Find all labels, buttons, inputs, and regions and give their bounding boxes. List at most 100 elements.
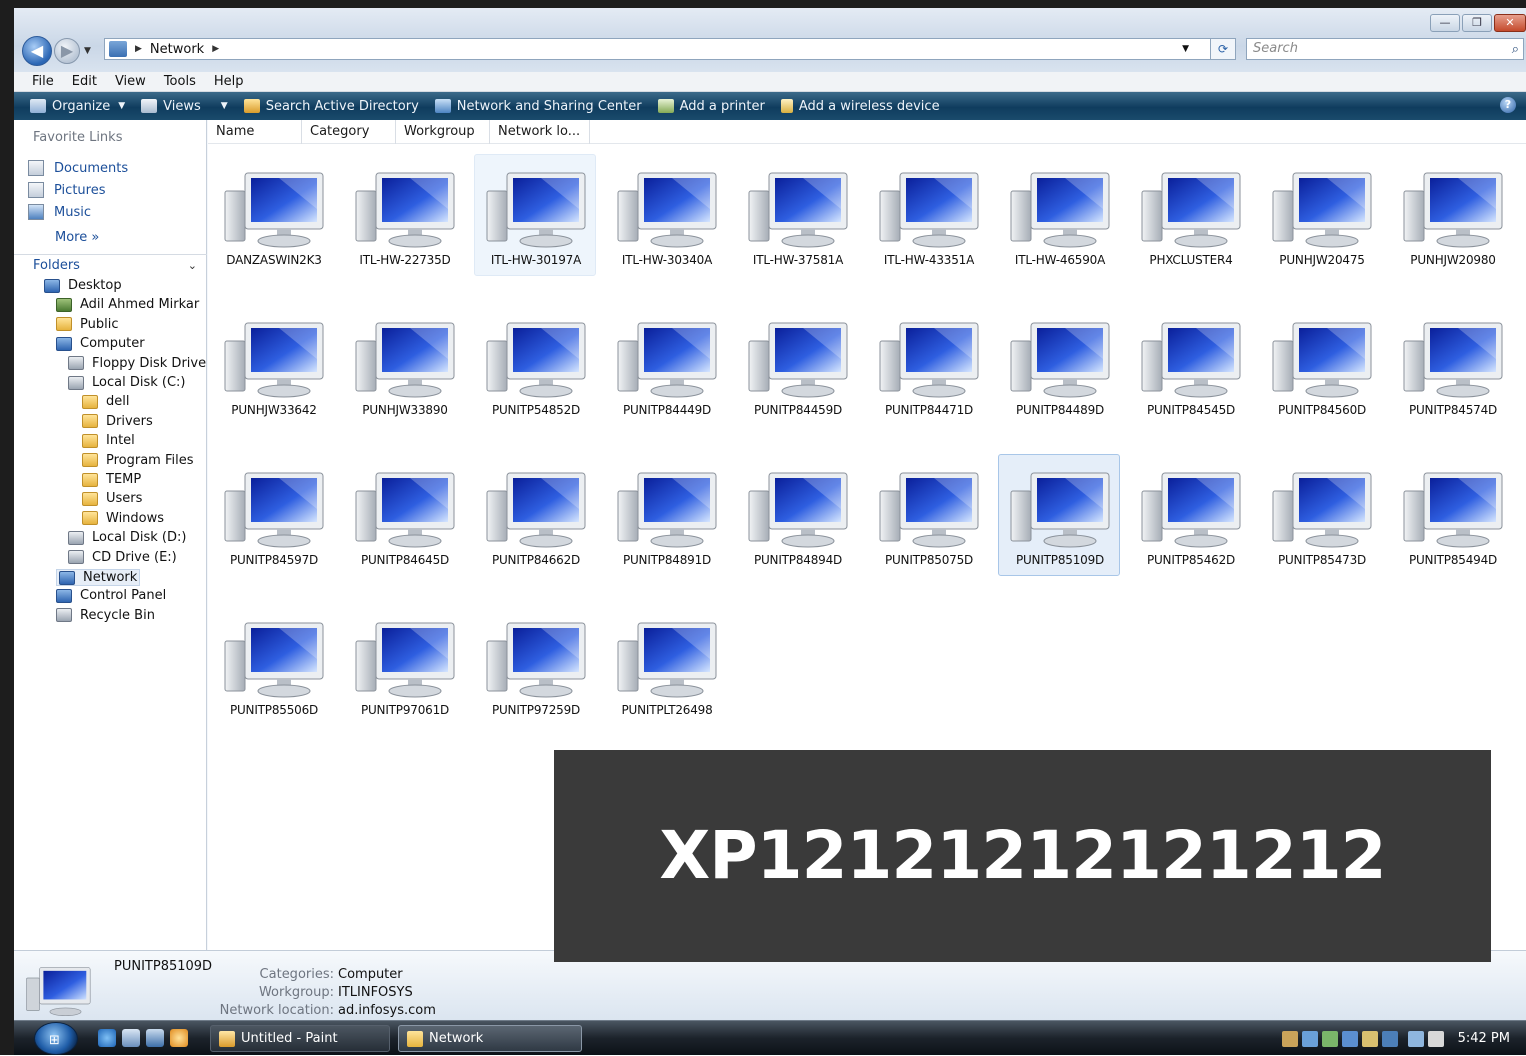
tree-item[interactable]: Floppy Disk Drive <box>68 356 206 371</box>
computer-item[interactable]: PUNITP84489D <box>998 304 1120 426</box>
forward-button[interactable]: ▶ <box>54 38 80 64</box>
favorite-documents[interactable]: Documents <box>28 160 128 176</box>
computer-item[interactable]: PUNITP85506D <box>212 604 334 726</box>
network-status-icon[interactable] <box>1407 1030 1424 1047</box>
computer-item[interactable]: PUNITP84459D <box>736 304 858 426</box>
tree-item[interactable]: Recycle Bin <box>56 608 155 623</box>
breadcrumb-separator-icon[interactable]: ▶ <box>135 44 142 54</box>
tray-app-icon[interactable] <box>1361 1030 1378 1047</box>
computer-item[interactable]: PUNITP84449D <box>605 304 727 426</box>
more-links-button[interactable]: More » <box>55 230 99 245</box>
tree-item[interactable]: Network <box>56 569 141 586</box>
tree-item[interactable]: Local Disk (D:) <box>68 530 186 545</box>
menu-file[interactable]: File <box>32 74 54 89</box>
computer-item[interactable]: ITL-HW-30340A <box>605 154 727 276</box>
volume-icon[interactable] <box>1427 1030 1444 1047</box>
computer-item[interactable]: PUNITP97061D <box>343 604 465 726</box>
address-bar[interactable]: ▶ Network ▶ ▼ <box>104 38 1220 60</box>
recent-pages-dropdown-icon[interactable]: ▼ <box>84 46 91 56</box>
column-name[interactable]: Name <box>208 120 302 144</box>
views-button[interactable]: Views ▼ <box>141 99 228 114</box>
switch-windows-icon[interactable] <box>146 1029 164 1047</box>
computer-item[interactable]: PUNITP54852D <box>474 304 596 426</box>
computer-item[interactable]: ITL-HW-46590A <box>998 154 1120 276</box>
computer-item[interactable]: PUNITP85494D <box>1391 454 1513 576</box>
task-untitled-paint[interactable]: Untitled - Paint <box>210 1025 390 1052</box>
tree-item[interactable]: Windows <box>82 511 164 526</box>
network-sharing-center-button[interactable]: Network and Sharing Center <box>434 99 642 114</box>
favorite-pictures[interactable]: Pictures <box>28 182 105 198</box>
computer-item[interactable]: PUNHJW33890 <box>343 304 465 426</box>
computer-item[interactable]: PUNITP84560D <box>1260 304 1382 426</box>
clock[interactable]: 5:42 PM <box>1458 1031 1510 1046</box>
computer-item[interactable]: PUNITP85473D <box>1260 454 1382 576</box>
tray-app-icon[interactable] <box>1321 1030 1338 1047</box>
tree-item[interactable]: Local Disk (C:) <box>68 375 185 390</box>
computer-item[interactable]: PUNITP97259D <box>474 604 596 726</box>
computer-item[interactable]: PUNITP84471D <box>867 304 989 426</box>
tree-item[interactable]: TEMP <box>82 472 141 487</box>
media-player-icon[interactable] <box>170 1029 188 1047</box>
chevron-down-icon[interactable]: ⌄ <box>188 255 197 277</box>
computer-item[interactable]: PUNITP85109D <box>998 454 1120 576</box>
tree-item[interactable]: Users <box>82 491 142 506</box>
computer-item[interactable]: ITL-HW-22735D <box>343 154 465 276</box>
minimize-button[interactable]: — <box>1430 14 1460 32</box>
tree-item[interactable]: Desktop <box>44 278 122 293</box>
tree-item[interactable]: Drivers <box>82 414 153 429</box>
computer-item[interactable]: ITL-HW-30197A <box>474 154 596 276</box>
computer-item[interactable]: DANZASWIN2K3 <box>212 154 334 276</box>
tree-item[interactable]: Computer <box>56 336 145 351</box>
computer-item[interactable]: PUNITP84545D <box>1129 304 1251 426</box>
computer-item[interactable]: PUNITP84662D <box>474 454 596 576</box>
help-icon[interactable]: ? <box>1500 97 1516 113</box>
start-button[interactable]: ⊞ <box>34 1022 78 1055</box>
back-button[interactable]: ◀ <box>22 36 52 66</box>
computer-item[interactable]: PUNITP84574D <box>1391 304 1513 426</box>
add-printer-button[interactable]: Add a printer <box>657 99 765 114</box>
computer-item[interactable]: PUNITP84597D <box>212 454 334 576</box>
favorite-music[interactable]: Music <box>28 204 91 220</box>
tray-app-icon[interactable] <box>1301 1030 1318 1047</box>
tree-item[interactable]: Public <box>56 317 118 332</box>
tree-item[interactable]: dell <box>82 394 129 409</box>
breadcrumb-separator-icon[interactable]: ▶ <box>212 44 219 54</box>
computer-item[interactable]: ITL-HW-37581A <box>736 154 858 276</box>
menu-help[interactable]: Help <box>214 74 244 89</box>
computer-item[interactable]: PHXCLUSTER4 <box>1129 154 1251 276</box>
tree-item[interactable]: Program Files <box>82 453 194 468</box>
menu-view[interactable]: View <box>115 74 146 89</box>
tray-app-icon[interactable] <box>1381 1030 1398 1047</box>
tree-item[interactable]: Control Panel <box>56 588 166 603</box>
maximize-button[interactable]: ❐ <box>1462 14 1492 32</box>
computer-item[interactable]: PUNITP85462D <box>1129 454 1251 576</box>
computer-item[interactable]: PUNITP84894D <box>736 454 858 576</box>
organize-button[interactable]: Organize ▼ <box>30 99 125 114</box>
tray-app-icon[interactable] <box>1281 1030 1298 1047</box>
breadcrumb-network[interactable]: Network <box>150 42 204 57</box>
column-network-location[interactable]: Network lo... <box>490 120 590 144</box>
computer-item[interactable]: PUNITP84891D <box>605 454 727 576</box>
refresh-button[interactable]: ⟳ <box>1210 38 1236 60</box>
computer-item[interactable]: PUNHJW20980 <box>1391 154 1513 276</box>
computer-item[interactable]: PUNITPLT26498 <box>605 604 727 726</box>
show-desktop-icon[interactable] <box>122 1029 140 1047</box>
computer-item[interactable]: ITL-HW-43351A <box>867 154 989 276</box>
address-dropdown-icon[interactable]: ▼ <box>1182 44 1189 54</box>
search-input[interactable]: Search ⌕ <box>1246 38 1524 60</box>
tree-item[interactable]: CD Drive (E:) <box>68 550 177 565</box>
search-icon[interactable]: ⌕ <box>1512 40 1519 60</box>
search-active-directory-button[interactable]: Search Active Directory <box>243 99 419 114</box>
tree-item[interactable]: Adil Ahmed Mirkar <box>56 297 199 312</box>
internet-explorer-icon[interactable] <box>98 1029 116 1047</box>
folders-header[interactable]: Folders ⌄ <box>14 254 207 276</box>
tray-app-icon[interactable] <box>1341 1030 1358 1047</box>
computer-item[interactable]: PUNHJW20475 <box>1260 154 1382 276</box>
menu-tools[interactable]: Tools <box>164 74 196 89</box>
computer-item[interactable]: PUNITP85075D <box>867 454 989 576</box>
add-wireless-device-button[interactable]: Add a wireless device <box>780 99 940 114</box>
computer-item[interactable]: PUNHJW33642 <box>212 304 334 426</box>
task-network[interactable]: Network <box>398 1025 582 1052</box>
close-button[interactable]: ✕ <box>1494 14 1526 32</box>
tree-item[interactable]: Intel <box>82 433 135 448</box>
